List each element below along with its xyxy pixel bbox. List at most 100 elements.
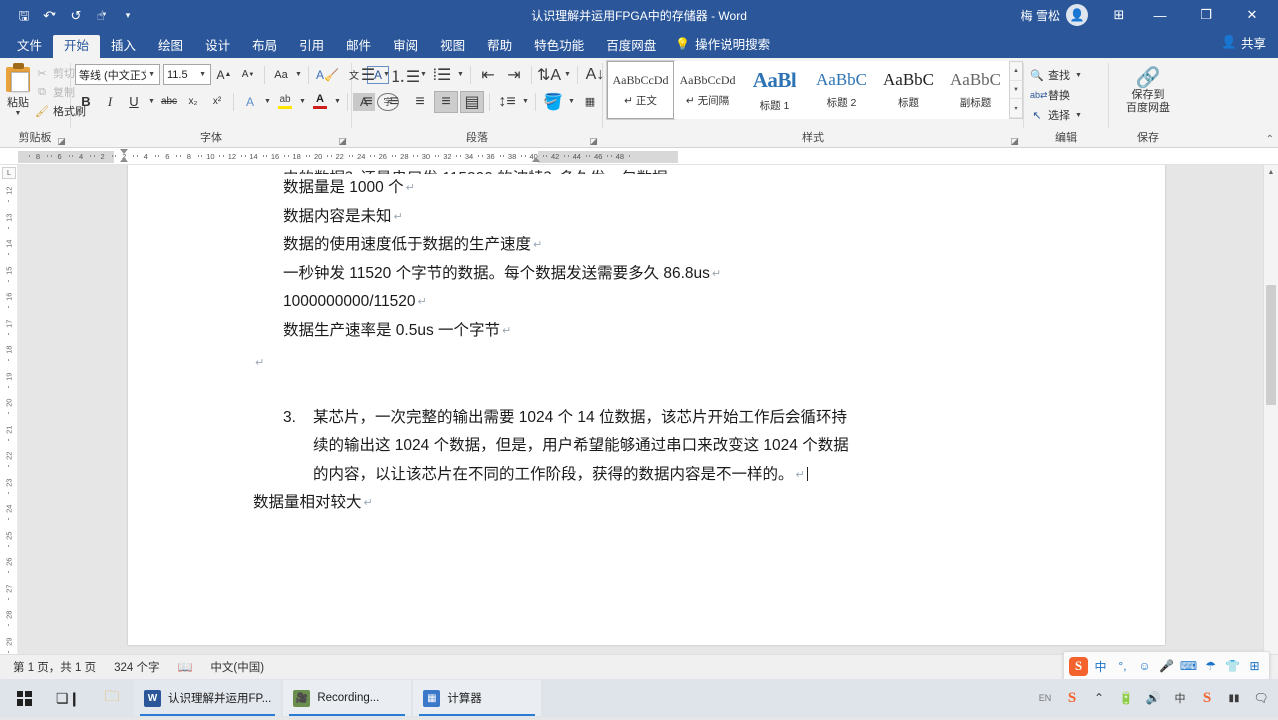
style-item-title[interactable]: AaBbC 标题 — [875, 61, 942, 119]
style-item-no-spacing[interactable]: AaBbCcDd ↵ 无间隔 — [674, 61, 741, 119]
ime-mode-icon[interactable]: 中 — [1167, 679, 1193, 717]
collapse-ribbon-icon[interactable]: ⌃ — [1266, 134, 1274, 145]
font-color-icon[interactable]: A — [309, 91, 331, 113]
style-item-subtitle[interactable]: AaBbC 副标题 — [942, 61, 1009, 119]
italic-button[interactable]: I — [99, 91, 121, 113]
emoji-icon[interactable]: ☺ — [1134, 655, 1155, 677]
right-indent-marker[interactable] — [531, 156, 541, 165]
tab-features[interactable]: 特色功能 — [523, 35, 595, 59]
tray-language-label[interactable]: EN — [1032, 679, 1058, 717]
customize-qat-icon[interactable]: ▾ — [116, 4, 140, 26]
hanging-indent-marker[interactable] — [120, 156, 129, 162]
scroll-up-icon[interactable]: ▲ — [1010, 62, 1022, 81]
paste-dropdown-icon[interactable]: ▼ — [15, 110, 22, 117]
scrollbar-thumb[interactable] — [1266, 285, 1276, 405]
grow-font-button[interactable]: A ▲ — [213, 64, 235, 86]
more-styles-icon[interactable]: ▾ — [1010, 99, 1022, 119]
chevron-down-icon[interactable]: ▼ — [563, 71, 572, 78]
tab-draw[interactable]: 绘图 — [147, 35, 194, 59]
chevron-down-icon[interactable]: ▼ — [298, 98, 307, 105]
styles-gallery-scroll[interactable]: ▲ ▼ ▾ — [1009, 61, 1023, 119]
volume-icon[interactable]: 🔊 — [1140, 679, 1166, 717]
align-left-icon[interactable]: ≡ — [356, 91, 380, 113]
start-button[interactable] — [2, 679, 46, 717]
redo-icon[interactable]: ↺ — [64, 4, 88, 26]
tab-references[interactable]: 引用 — [288, 35, 335, 59]
account-area[interactable]: 梅 雪松 👤 — [1021, 4, 1088, 26]
borders-icon[interactable]: ▦ — [578, 91, 602, 113]
indent-markers[interactable] — [120, 148, 129, 164]
underline-button[interactable]: U — [123, 91, 145, 113]
network-icon[interactable]: ▮▮ — [1221, 679, 1247, 717]
file-explorer-icon[interactable]: 🗀 — [90, 679, 134, 717]
avatar[interactable]: 👤 — [1066, 4, 1088, 26]
save-to-baidu-label-1[interactable]: 保存到 — [1132, 89, 1165, 102]
tab-view[interactable]: 视图 — [429, 35, 476, 59]
restore-button[interactable]: ❐ — [1184, 0, 1228, 30]
tab-layout[interactable]: 布局 — [241, 35, 288, 59]
tab-review[interactable]: 审阅 — [382, 35, 429, 59]
taskbar-item-word[interactable]: W 认识理解并运用FP... — [134, 680, 282, 716]
battery-icon[interactable]: 🔋 — [1113, 679, 1139, 717]
line-spacing-icon[interactable]: ↕≡ — [495, 91, 519, 113]
save-to-baidu-label-2[interactable]: 百度网盘 — [1126, 102, 1170, 115]
vertical-scrollbar[interactable]: ▲ — [1263, 165, 1278, 654]
chevron-down-icon[interactable]: ▼ — [146, 71, 157, 78]
language-indicator[interactable]: 中文(中国) — [201, 659, 273, 675]
word-count[interactable]: 324 个字 — [105, 659, 168, 675]
baidu-netdisk-icon[interactable]: 🔗 — [1136, 67, 1161, 89]
font-size-input[interactable]: 11.5 ▼ — [163, 64, 211, 85]
shrink-font-button[interactable]: A ▼ — [237, 64, 259, 86]
sogou-ime-toolbar[interactable]: S 中 °, ☺ 🎤 ⌨ ☂ 👕 ⊞ — [1063, 651, 1270, 681]
bullets-icon[interactable]: ☰ — [356, 64, 380, 86]
clear-formatting-icon[interactable]: A 🧹 — [314, 64, 341, 86]
action-center-icon[interactable]: 🗨 — [1248, 679, 1274, 717]
chevron-down-icon[interactable]: ▼ — [147, 98, 156, 105]
paragraph-dialog-launcher[interactable]: ◪ — [588, 136, 599, 147]
tab-help[interactable]: 帮助 — [476, 35, 523, 59]
chevron-down-icon[interactable]: ▼ — [333, 98, 342, 105]
ribbon-display-options-icon[interactable]: ⊞ — [1102, 2, 1136, 28]
user-center-icon[interactable]: ☂ — [1200, 655, 1221, 677]
tab-stop-selector[interactable]: L — [2, 167, 16, 179]
paste-button[interactable]: 粘贴 ▼ — [4, 61, 32, 117]
task-view-icon[interactable]: ❏❙ — [46, 679, 90, 717]
skin-icon[interactable]: 👕 — [1222, 655, 1243, 677]
taskbar-item-recording[interactable]: 🎥 Recording... — [283, 680, 412, 716]
bold-button[interactable]: B — [75, 91, 97, 113]
sogou-ime-icon[interactable]: S — [1194, 679, 1220, 717]
decrease-indent-icon[interactable]: ⇤ — [476, 64, 500, 86]
replace-button[interactable]: ab⇄ 替换 — [1028, 85, 1072, 105]
chevron-down-icon[interactable]: ▼ — [197, 71, 208, 78]
multilevel-list-icon[interactable]: ⁞☰ — [430, 64, 454, 86]
voice-input-icon[interactable]: 🎤 — [1156, 655, 1177, 677]
sogou-logo-icon[interactable]: S — [1068, 655, 1089, 677]
distribute-icon[interactable]: ▤ — [460, 90, 484, 113]
text-effects-icon[interactable]: A — [239, 91, 261, 113]
align-right-icon[interactable]: ≡ — [408, 91, 432, 113]
scroll-up-icon[interactable]: ▲ — [1264, 165, 1278, 180]
find-button[interactable]: 🔍 查找 ▼ — [1028, 65, 1085, 85]
chevron-down-icon[interactable]: ▼ — [1074, 72, 1083, 79]
chevron-down-icon[interactable]: ▼ — [1074, 112, 1083, 119]
touch-mode-icon[interactable]: ☝ ▼ — [90, 4, 114, 26]
change-case-button[interactable]: Aa — [270, 64, 292, 86]
close-button[interactable]: ✕ — [1230, 0, 1274, 30]
style-item-heading-1[interactable]: AaBl 标题 1 — [741, 61, 808, 119]
show-hidden-icons[interactable]: ⌃ — [1086, 679, 1112, 717]
chevron-down-icon[interactable]: ▼ — [294, 71, 303, 78]
justify-icon[interactable]: ≡ — [434, 90, 458, 113]
increase-indent-icon[interactable]: ⇥ — [502, 64, 526, 86]
taskbar-item-calculator[interactable]: ▦ 计算器 — [413, 680, 542, 716]
align-center-icon[interactable]: ≡ — [382, 91, 406, 113]
tab-file[interactable]: 文件 — [6, 35, 53, 59]
shading-icon[interactable]: 🪣 — [541, 91, 565, 113]
page-count[interactable]: 第 1 页，共 1 页 — [4, 659, 105, 675]
styles-dialog-launcher[interactable]: ◪ — [1009, 136, 1020, 147]
tab-design[interactable]: 设计 — [194, 35, 241, 59]
save-icon[interactable]: 🖫 — [12, 4, 36, 26]
select-button[interactable]: ↖ 选择 ▼ — [1028, 105, 1085, 125]
sort-icon[interactable]: ⇅A — [537, 64, 561, 86]
minimize-button[interactable]: — — [1138, 0, 1182, 30]
tab-home[interactable]: 开始 — [53, 34, 101, 58]
